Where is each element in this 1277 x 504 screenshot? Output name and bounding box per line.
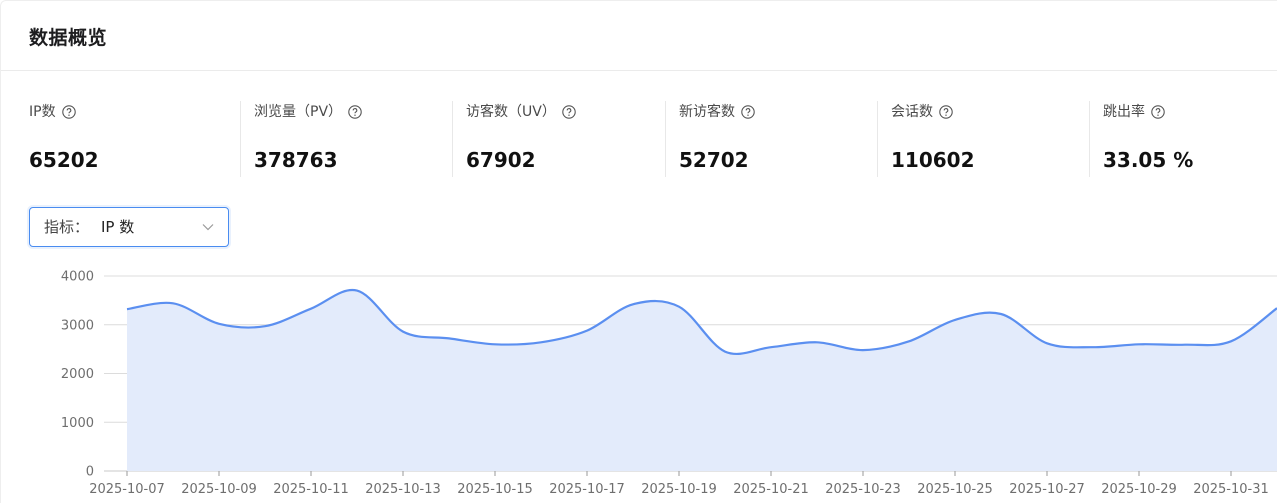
x-tick-label: 2025-10-27 bbox=[1009, 482, 1085, 497]
x-tick-label: 2025-10-11 bbox=[273, 482, 349, 497]
x-tick-label: 2025-10-23 bbox=[825, 482, 901, 497]
metric-label-sessions: 会话数 bbox=[891, 101, 953, 123]
x-tick-label: 2025-10-19 bbox=[641, 482, 717, 497]
chart-y-axis: 0 1000 2000 3000 4000 bbox=[61, 270, 94, 480]
help-icon[interactable] bbox=[939, 105, 953, 119]
chevron-down-icon bbox=[202, 224, 214, 231]
y-tick-label: 2000 bbox=[61, 367, 94, 382]
metric-select-value: IP 数 bbox=[101, 218, 135, 236]
metric-value-sessions: 110602 bbox=[891, 148, 975, 172]
x-tick-label: 2025-10-21 bbox=[733, 482, 809, 497]
metric-value-uv: 67902 bbox=[466, 148, 536, 172]
metric-label-text: 访客数（UV） bbox=[466, 104, 556, 120]
metric-label-text: IP数 bbox=[29, 104, 56, 120]
metric-select-prefix: 指标： bbox=[44, 218, 90, 236]
metric-label-uv: 访客数（UV） bbox=[466, 101, 576, 123]
metric-value-pv: 378763 bbox=[254, 148, 338, 172]
metric-divider bbox=[240, 101, 241, 177]
metric-label-pv: 浏览量（PV） bbox=[254, 101, 362, 123]
metric-label-text: 会话数 bbox=[891, 104, 933, 120]
y-tick-label: 3000 bbox=[61, 318, 94, 333]
metric-label-ip: IP数 bbox=[29, 101, 76, 123]
metric-divider bbox=[452, 101, 453, 177]
x-tick-label: 2025-10-31 bbox=[1193, 482, 1269, 497]
chart-x-axis: 2025-10-07 2025-10-09 2025-10-11 2025-10-13… bbox=[89, 471, 1269, 497]
ip-trend-chart: 01000200030004000 2025-10-07 2025-10-09 20… bbox=[61, 270, 1277, 497]
y-tick-label: 0 bbox=[86, 465, 94, 480]
metric-label-bounce-rate: 跳出率 bbox=[1103, 101, 1165, 123]
metric-label-text: 新访客数 bbox=[679, 104, 735, 120]
x-tick-label: 2025-10-25 bbox=[917, 482, 993, 497]
metric-label-text: 浏览量（PV） bbox=[254, 104, 343, 120]
help-icon[interactable] bbox=[562, 105, 576, 119]
metric-value-new-visitors: 52702 bbox=[679, 148, 749, 172]
help-icon[interactable] bbox=[61, 105, 76, 119]
card-header: 数据概览 bbox=[1, 1, 1277, 71]
data-overview-card: 数据概览 IP数 65202 浏览量（PV） 378763 访客数（UV） 67… bbox=[0, 0, 1277, 503]
metric-label-text: 跳出率 bbox=[1103, 104, 1145, 120]
metric-value-bounce-rate: 33.05 % bbox=[1103, 148, 1194, 172]
help-icon[interactable] bbox=[348, 105, 362, 119]
y-tick-label: 1000 bbox=[61, 416, 94, 431]
page-title: 数据概览 bbox=[29, 27, 108, 49]
chart-area bbox=[127, 290, 1277, 471]
x-tick-label: 2025-10-29 bbox=[1101, 482, 1177, 497]
metric-select[interactable]: 指标： IP 数 bbox=[29, 207, 229, 247]
help-icon[interactable] bbox=[1151, 105, 1165, 119]
metric-value-ip: 65202 bbox=[29, 148, 99, 172]
y-tick-label: 4000 bbox=[61, 270, 94, 285]
x-tick-label: 2025-10-13 bbox=[365, 482, 441, 497]
help-icon[interactable] bbox=[741, 105, 755, 119]
metric-divider bbox=[1089, 101, 1090, 177]
x-tick-label: 2025-10-09 bbox=[181, 482, 257, 497]
x-tick-label: 2025-10-07 bbox=[89, 482, 165, 497]
metric-divider bbox=[665, 101, 666, 177]
x-tick-label: 2025-10-17 bbox=[549, 482, 625, 497]
metric-divider bbox=[877, 101, 878, 177]
x-tick-label: 2025-10-15 bbox=[457, 482, 533, 497]
metric-label-new-visitors: 新访客数 bbox=[679, 101, 755, 123]
